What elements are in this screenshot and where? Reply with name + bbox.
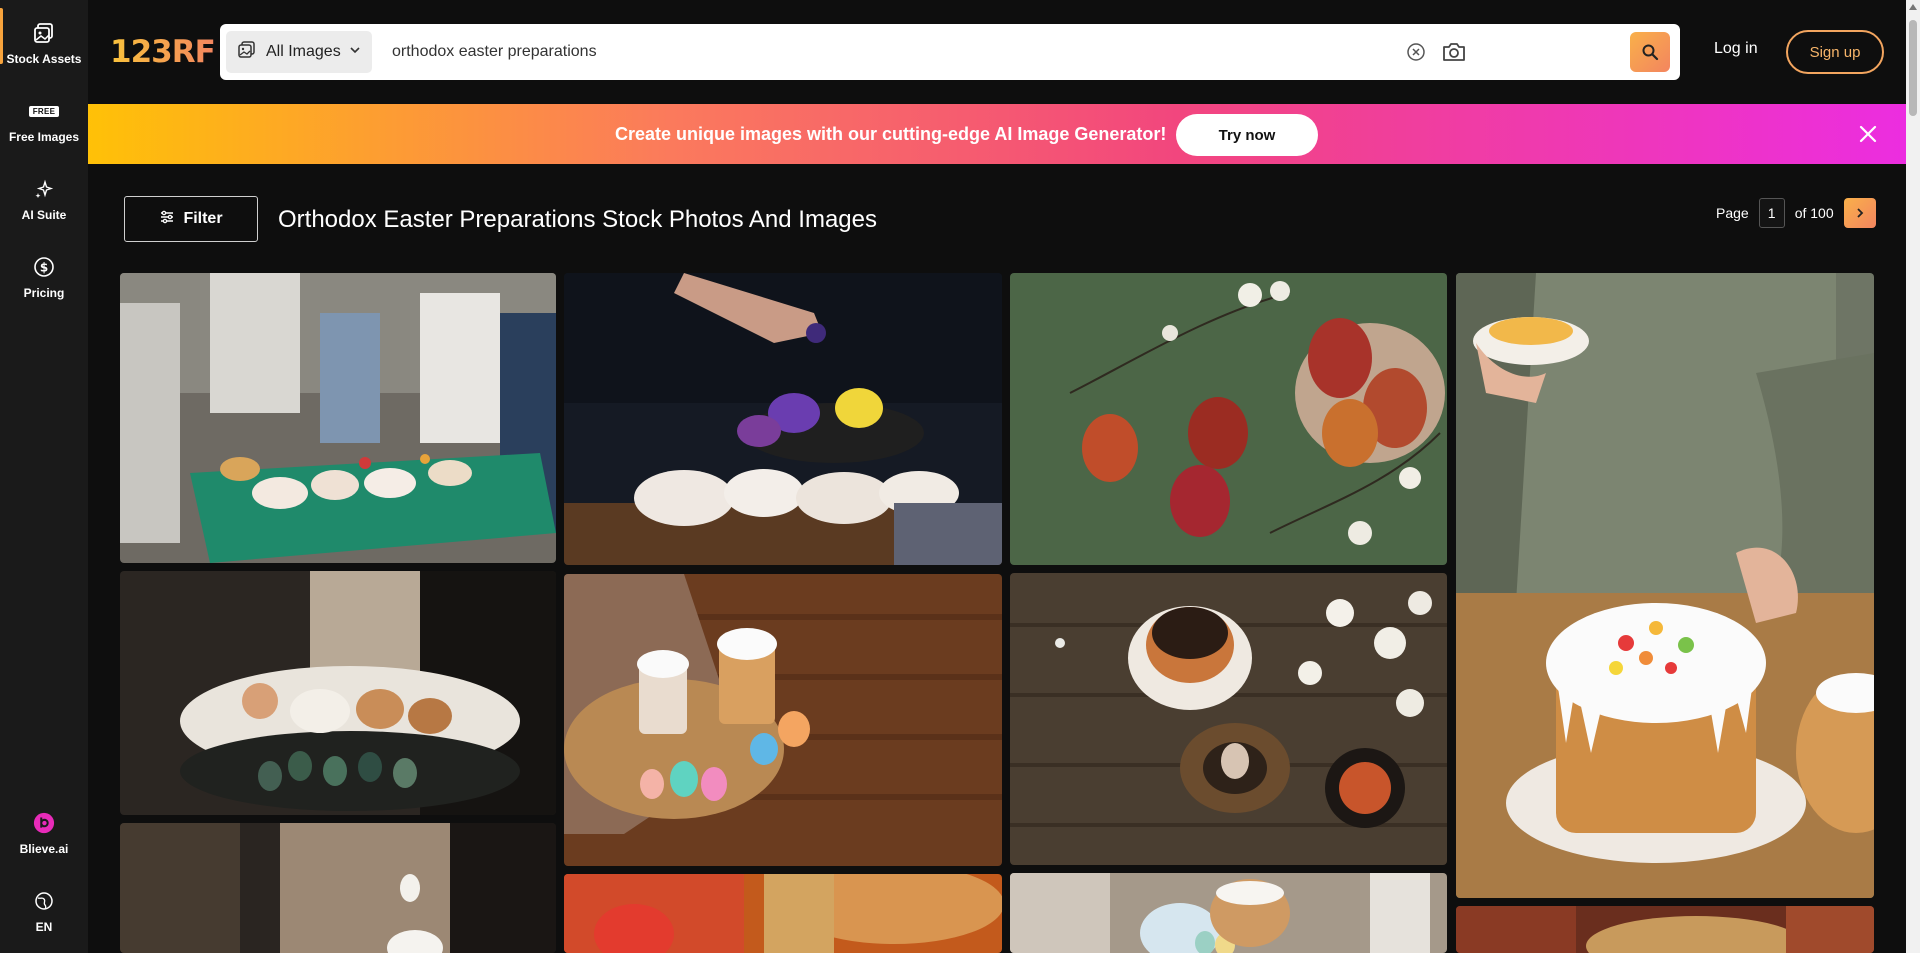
dollar-icon: $ — [33, 256, 55, 278]
pagination: Page 1 of 100 — [1716, 198, 1876, 228]
close-icon[interactable] — [1858, 124, 1878, 144]
filter-label: Filter — [183, 210, 223, 227]
search-button[interactable] — [1630, 32, 1670, 72]
sidebar-item-label: Pricing — [23, 286, 65, 300]
image-icon — [238, 40, 256, 64]
image-result[interactable] — [564, 874, 1002, 953]
photo-easter-basket — [1456, 906, 1874, 953]
search-input[interactable] — [392, 34, 1492, 70]
sidebar-item-free-images[interactable]: FREE Free Images — [0, 78, 88, 150]
photo-eggs-and-wine — [1010, 873, 1447, 953]
login-link[interactable]: Log in — [1714, 40, 1758, 58]
sliders-icon — [159, 209, 175, 230]
image-result[interactable] — [564, 574, 1002, 866]
left-sidebar: Stock Assets FREE Free Images AI Suite $… — [0, 0, 88, 953]
ai-promo-banner: Create unique images with our cutting-ed… — [88, 104, 1906, 164]
filter-button[interactable]: Filter — [124, 196, 258, 242]
image-result[interactable] — [1010, 573, 1447, 865]
site-logo[interactable]: 123RF — [110, 34, 216, 70]
app-root: Stock Assets FREE Free Images AI Suite $… — [0, 0, 1920, 953]
page-number-input[interactable]: 1 — [1758, 198, 1785, 228]
language-label: EN — [35, 920, 53, 934]
page-title: Orthodox Easter Preparations Stock Photo… — [278, 206, 877, 233]
sidebar-item-stock-assets[interactable]: Stock Assets — [0, 0, 88, 72]
image-result[interactable] — [120, 273, 556, 563]
language-selector[interactable]: EN — [0, 868, 88, 940]
sidebar-item-pricing[interactable]: $ Pricing — [0, 234, 88, 306]
page-label: Page — [1716, 205, 1749, 221]
sidebar-item-label: Free Images — [8, 130, 80, 144]
image-result[interactable] — [120, 823, 556, 953]
sidebar-item-label: AI Suite — [21, 208, 67, 222]
sidebar-item-label: Blieve.ai — [19, 842, 69, 856]
svg-text:$: $ — [40, 261, 48, 275]
promo-text: Create unique images with our cutting-ed… — [615, 124, 1167, 144]
search-icon — [1642, 44, 1659, 61]
free-badge: FREE — [28, 105, 60, 117]
photo-kulich-on-board — [564, 574, 1002, 866]
asset-type-dropdown[interactable]: All Images — [226, 31, 372, 73]
stock-assets-icon — [33, 22, 55, 44]
page-scrollbar[interactable] — [1906, 0, 1920, 953]
free-badge-icon: FREE — [28, 100, 60, 122]
sidebar-item-blieve[interactable]: Blieve.ai — [0, 790, 88, 862]
globe-icon — [33, 890, 55, 912]
sparkle-icon — [33, 178, 55, 200]
image-result[interactable] — [1456, 906, 1874, 953]
scroll-up-arrow-icon[interactable] — [1909, 4, 1917, 10]
scrollbar-thumb[interactable] — [1909, 20, 1917, 116]
search-bar: All Images — [220, 24, 1680, 80]
sidebar-item-label: Stock Assets — [6, 52, 82, 66]
asset-type-label: All Images — [266, 43, 341, 60]
chevron-right-icon — [1857, 208, 1863, 218]
photo-decorating-cakes — [120, 571, 556, 815]
camera-search-icon[interactable] — [1440, 38, 1468, 66]
photo-red-eggs-basket — [564, 874, 1002, 953]
image-result[interactable] — [1456, 273, 1874, 898]
photo-icing-drizzle — [120, 823, 556, 953]
image-result[interactable] — [1010, 873, 1447, 953]
sidebar-item-ai-suite[interactable]: AI Suite — [0, 156, 88, 228]
photo-pysanky-eggs-green — [1010, 273, 1447, 565]
top-header: 123RF All Images Log in — [88, 0, 1906, 104]
image-result[interactable] — [564, 273, 1002, 565]
photo-paska-and-nest — [1010, 573, 1447, 865]
image-result[interactable] — [120, 571, 556, 815]
photo-people-blessing-cakes — [120, 273, 556, 563]
page-total: of 100 — [1794, 205, 1834, 221]
photo-woman-with-kulich — [1456, 273, 1874, 898]
signup-button[interactable]: Sign up — [1786, 30, 1884, 74]
next-page-button[interactable] — [1843, 198, 1876, 228]
try-now-button[interactable]: Try now — [1176, 114, 1318, 156]
clear-search-icon[interactable] — [1404, 40, 1428, 64]
blieve-logo-icon — [33, 812, 55, 834]
photo-hand-dyed-eggs-kulich — [564, 273, 1002, 565]
chevron-down-icon — [349, 43, 361, 61]
image-result[interactable] — [1010, 273, 1447, 565]
